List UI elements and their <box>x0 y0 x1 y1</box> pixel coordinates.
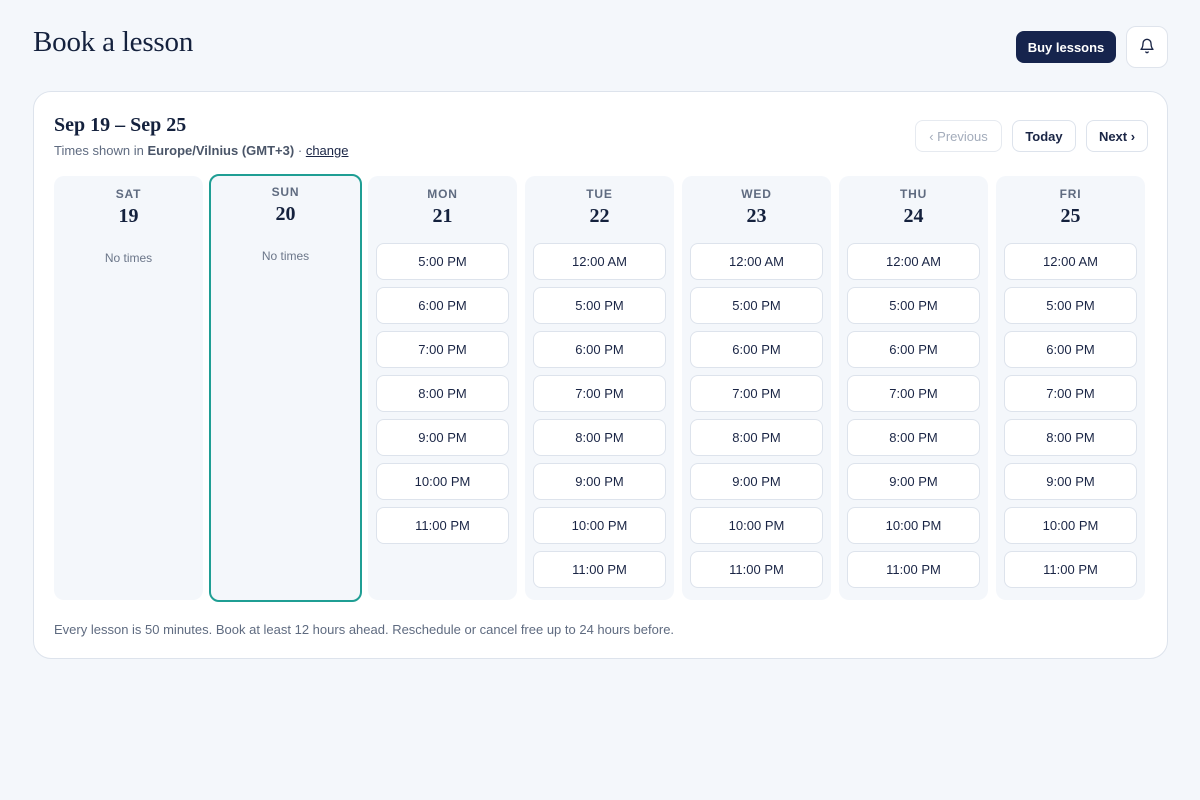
day-date: 22 <box>589 205 610 227</box>
time-slot-button[interactable]: 6:00 PM <box>847 331 980 368</box>
time-slot-button[interactable]: 6:00 PM <box>533 331 666 368</box>
day-date: 25 <box>1060 205 1081 227</box>
time-slot-list: 12:00 AM 5:00 PM 6:00 PM 7:00 PM 8:00 PM 9:00… <box>1004 243 1137 588</box>
time-slot-button[interactable]: 10:00 PM <box>847 507 980 544</box>
today-button[interactable]: Today <box>1012 120 1076 152</box>
time-slot-button[interactable]: 11:00 PM <box>533 551 666 588</box>
time-slot-button[interactable]: 9:00 PM <box>376 419 509 456</box>
time-slot-button[interactable]: 12:00 AM <box>1004 243 1137 280</box>
time-slot-button[interactable]: 6:00 PM <box>1004 331 1137 368</box>
time-slot-button[interactable]: 5:00 PM <box>847 287 980 324</box>
day-date: 24 <box>903 205 924 227</box>
time-slot-button[interactable]: 6:00 PM <box>376 287 509 324</box>
time-slot-list: 5:00 PM 6:00 PM 7:00 PM 8:00 PM 9:00 PM 10:00… <box>376 243 509 544</box>
timezone-prefix: Times shown in <box>54 143 144 158</box>
time-slot-button[interactable]: 10:00 PM <box>690 507 823 544</box>
no-times-label: No times <box>104 251 153 265</box>
day-name: SAT <box>115 187 142 201</box>
day-column-tue[interactable]: TUE 22 12:00 AM 5:00 PM 6:00 PM 7:00 PM 8:00 P… <box>525 176 674 600</box>
day-date: 20 <box>275 203 296 225</box>
buy-lessons-button[interactable]: Buy lessons <box>1016 31 1116 63</box>
time-slot-button[interactable]: 5:00 PM <box>533 287 666 324</box>
day-date: 21 <box>432 205 453 227</box>
time-slot-button[interactable]: 11:00 PM <box>690 551 823 588</box>
no-times-label: No times <box>261 249 310 263</box>
time-slot-button[interactable]: 9:00 PM <box>1004 463 1137 500</box>
time-slot-button[interactable]: 11:00 PM <box>376 507 509 544</box>
day-name: WED <box>741 187 772 201</box>
time-slot-list: 12:00 AM 5:00 PM 6:00 PM 7:00 PM 8:00 PM 9:00… <box>690 243 823 588</box>
time-slot-button[interactable]: 7:00 PM <box>376 331 509 368</box>
time-slot-button[interactable]: 12:00 AM <box>690 243 823 280</box>
time-slot-button[interactable]: 8:00 PM <box>1004 419 1137 456</box>
week-days: SAT 19 No times SUN 20 No times MON 21 5:00 PM 6:… <box>54 174 1148 602</box>
time-slot-button[interactable]: 6:00 PM <box>690 331 823 368</box>
time-slot-button[interactable]: 12:00 AM <box>847 243 980 280</box>
time-slot-button[interactable]: 7:00 PM <box>847 375 980 412</box>
day-name: SUN <box>271 185 300 199</box>
week-range: Sep 19 – Sep 25 <box>54 114 187 136</box>
time-slot-button[interactable]: 11:00 PM <box>847 551 980 588</box>
day-name: MON <box>427 187 458 201</box>
day-column-wed[interactable]: WED 23 12:00 AM 5:00 PM 6:00 PM 7:00 PM 8:00 P… <box>682 176 831 600</box>
time-slot-button[interactable]: 10:00 PM <box>533 507 666 544</box>
time-slot-button[interactable]: 10:00 PM <box>1004 507 1137 544</box>
time-slot-button[interactable]: 7:00 PM <box>533 375 666 412</box>
day-name: FRI <box>1059 187 1082 201</box>
day-column-sun[interactable]: SUN 20 No times <box>209 174 362 602</box>
previous-week-button[interactable]: ‹ Previous <box>915 120 1002 152</box>
booking-card: Sep 19 – Sep 25 Times shown in Europe/Vi… <box>33 91 1168 659</box>
day-name: TUE <box>586 187 613 201</box>
time-slot-list: 12:00 AM 5:00 PM 6:00 PM 7:00 PM 8:00 PM 9:00… <box>847 243 980 588</box>
bell-icon <box>1139 38 1155 57</box>
time-slot-button[interactable]: 9:00 PM <box>847 463 980 500</box>
day-date: 19 <box>118 205 139 227</box>
day-column-thu[interactable]: THU 24 12:00 AM 5:00 PM 6:00 PM 7:00 PM 8:00 P… <box>839 176 988 600</box>
timezone-separator: · <box>297 143 303 158</box>
time-slot-button[interactable]: 5:00 PM <box>376 243 509 280</box>
time-slot-button[interactable]: 8:00 PM <box>376 375 509 412</box>
time-slot-button[interactable]: 8:00 PM <box>847 419 980 456</box>
lesson-policy-note: Every lesson is 50 minutes. Book at leas… <box>54 622 675 637</box>
time-slot-button[interactable]: 8:00 PM <box>533 419 666 456</box>
change-timezone-link[interactable]: change <box>306 143 349 158</box>
timezone-line: Times shown in Europe/Vilnius (GMT+3) · … <box>54 143 348 158</box>
day-column-mon[interactable]: MON 21 5:00 PM 6:00 PM 7:00 PM 8:00 PM 9:00 PM… <box>368 176 517 600</box>
time-slot-button[interactable]: 5:00 PM <box>1004 287 1137 324</box>
day-name: THU <box>899 187 928 201</box>
notifications-button[interactable] <box>1126 26 1168 68</box>
timezone-value: Europe/Vilnius (GMT+3) <box>147 143 295 158</box>
time-slot-button[interactable]: 7:00 PM <box>1004 375 1137 412</box>
time-slot-button[interactable]: 11:00 PM <box>1004 551 1137 588</box>
time-slot-button[interactable]: 7:00 PM <box>690 375 823 412</box>
day-column-fri[interactable]: FRI 25 12:00 AM 5:00 PM 6:00 PM 7:00 PM 8:00 P… <box>996 176 1145 600</box>
time-slot-button[interactable]: 9:00 PM <box>533 463 666 500</box>
time-slot-list: 12:00 AM 5:00 PM 6:00 PM 7:00 PM 8:00 PM 9:00… <box>533 243 666 588</box>
day-column-sat[interactable]: SAT 19 No times <box>54 176 203 600</box>
time-slot-button[interactable]: 12:00 AM <box>533 243 666 280</box>
next-week-button[interactable]: Next › <box>1086 120 1148 152</box>
day-date: 23 <box>746 205 767 227</box>
time-slot-button[interactable]: 9:00 PM <box>690 463 823 500</box>
time-slot-button[interactable]: 5:00 PM <box>690 287 823 324</box>
time-slot-button[interactable]: 10:00 PM <box>376 463 509 500</box>
time-slot-button[interactable]: 8:00 PM <box>690 419 823 456</box>
page-title: Book a lesson <box>33 26 194 58</box>
